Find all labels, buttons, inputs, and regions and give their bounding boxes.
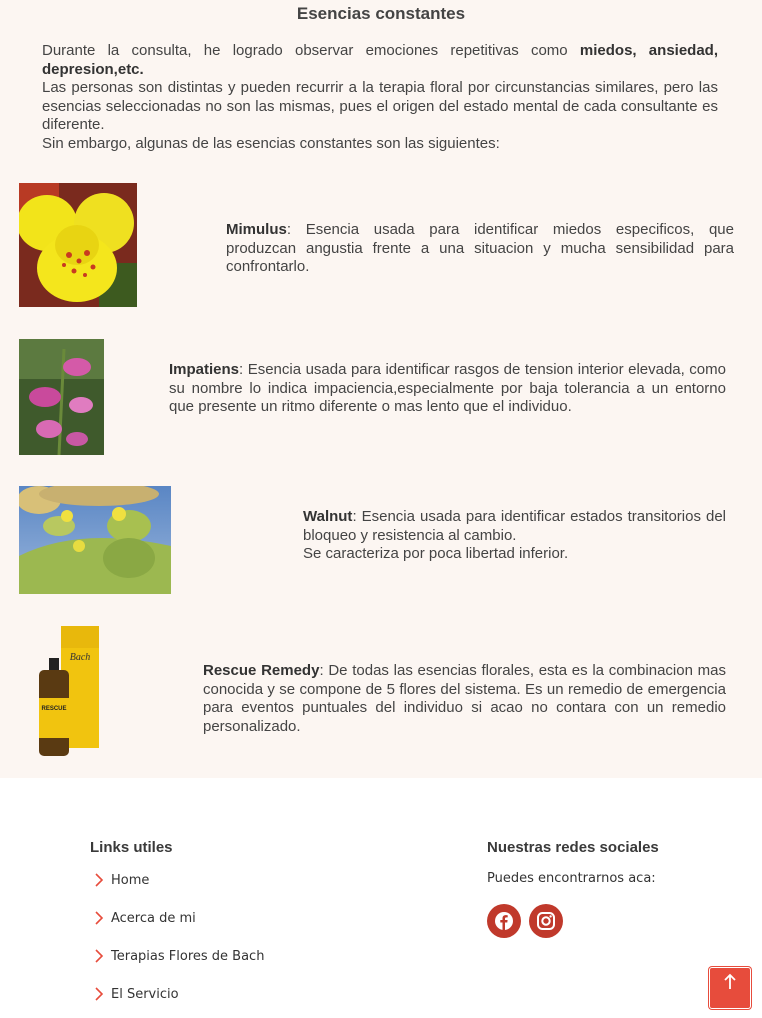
intro-paragraph-1: Durante la consulta, he logrado observar… (42, 42, 718, 79)
link-label: Terapias Flores de Bach (111, 948, 265, 964)
back-to-top-button[interactable] (709, 967, 751, 1009)
chevron-right-icon (95, 873, 104, 887)
separator: : (239, 361, 248, 378)
link-label: Acerca de mi (111, 910, 196, 926)
separator: : (319, 662, 329, 679)
walnut-name: Walnut (303, 508, 353, 525)
impatiens-description: Impatiens: Esencia usada para identifica… (169, 361, 726, 417)
impatiens-text: Esencia usada para identificar rasgos de… (169, 361, 726, 415)
separator: : (286, 221, 306, 238)
social-title: Nuestras redes sociales (487, 839, 659, 856)
link-about[interactable]: Acerca de mi (92, 906, 352, 930)
walnut-photo (19, 486, 171, 594)
arrow-up-icon (724, 973, 736, 989)
link-label: Home (111, 872, 150, 888)
link-therapies[interactable]: Terapias Flores de Bach (92, 944, 352, 968)
intro-text: Durante la consulta, he logrado observar… (42, 42, 718, 153)
link-home[interactable]: Home (92, 868, 352, 892)
rescue-remedy-name: Rescue Remedy (203, 662, 320, 679)
social-subtitle: Puedes encontrarnos aca: (487, 871, 656, 886)
instagram-button[interactable] (529, 904, 563, 938)
impatiens-photo (19, 339, 104, 455)
essences-section: Esencias constantes Durante la consulta,… (0, 0, 762, 778)
intro-paragraph-2: Las personas son distintas y pueden recu… (42, 79, 718, 133)
chevron-right-icon (95, 987, 104, 1001)
mimulus-name: Mimulus (226, 221, 287, 238)
separator: : (352, 508, 362, 525)
rescue-remedy-description: Rescue Remedy: De todas las esencias flo… (203, 662, 726, 736)
facebook-icon (495, 912, 513, 930)
walnut-text: Esencia usada para identificar estados t… (303, 508, 726, 544)
intro-paragraph-3: Sin embargo, algunas de las esencias con… (42, 134, 500, 152)
bottle-label-text: RESCUE (41, 706, 66, 712)
link-label: El Servicio (111, 986, 179, 1002)
chevron-right-icon (95, 911, 104, 925)
link-service[interactable]: El Servicio (92, 982, 352, 1006)
mimulus-photo (19, 183, 137, 307)
links-title: Links utiles (90, 839, 173, 856)
facebook-button[interactable] (487, 904, 521, 938)
instagram-icon (537, 912, 555, 930)
impatiens-name: Impatiens (169, 361, 240, 378)
rescue-remedy-photo: Bach RESCUE (19, 620, 117, 760)
intro-p1-text: Durante la consulta, he logrado observar… (42, 42, 580, 59)
mimulus-description: Mimulus: Esencia usada para identificar … (226, 221, 734, 277)
box-brand-text: Bach (70, 652, 91, 663)
chevron-right-icon (95, 949, 104, 963)
walnut-text-2: Se caracteriza por poca libertad inferio… (303, 545, 569, 562)
walnut-description: Walnut: Esencia usada para identificar e… (303, 508, 726, 564)
section-title: Esencias constantes (296, 4, 466, 23)
